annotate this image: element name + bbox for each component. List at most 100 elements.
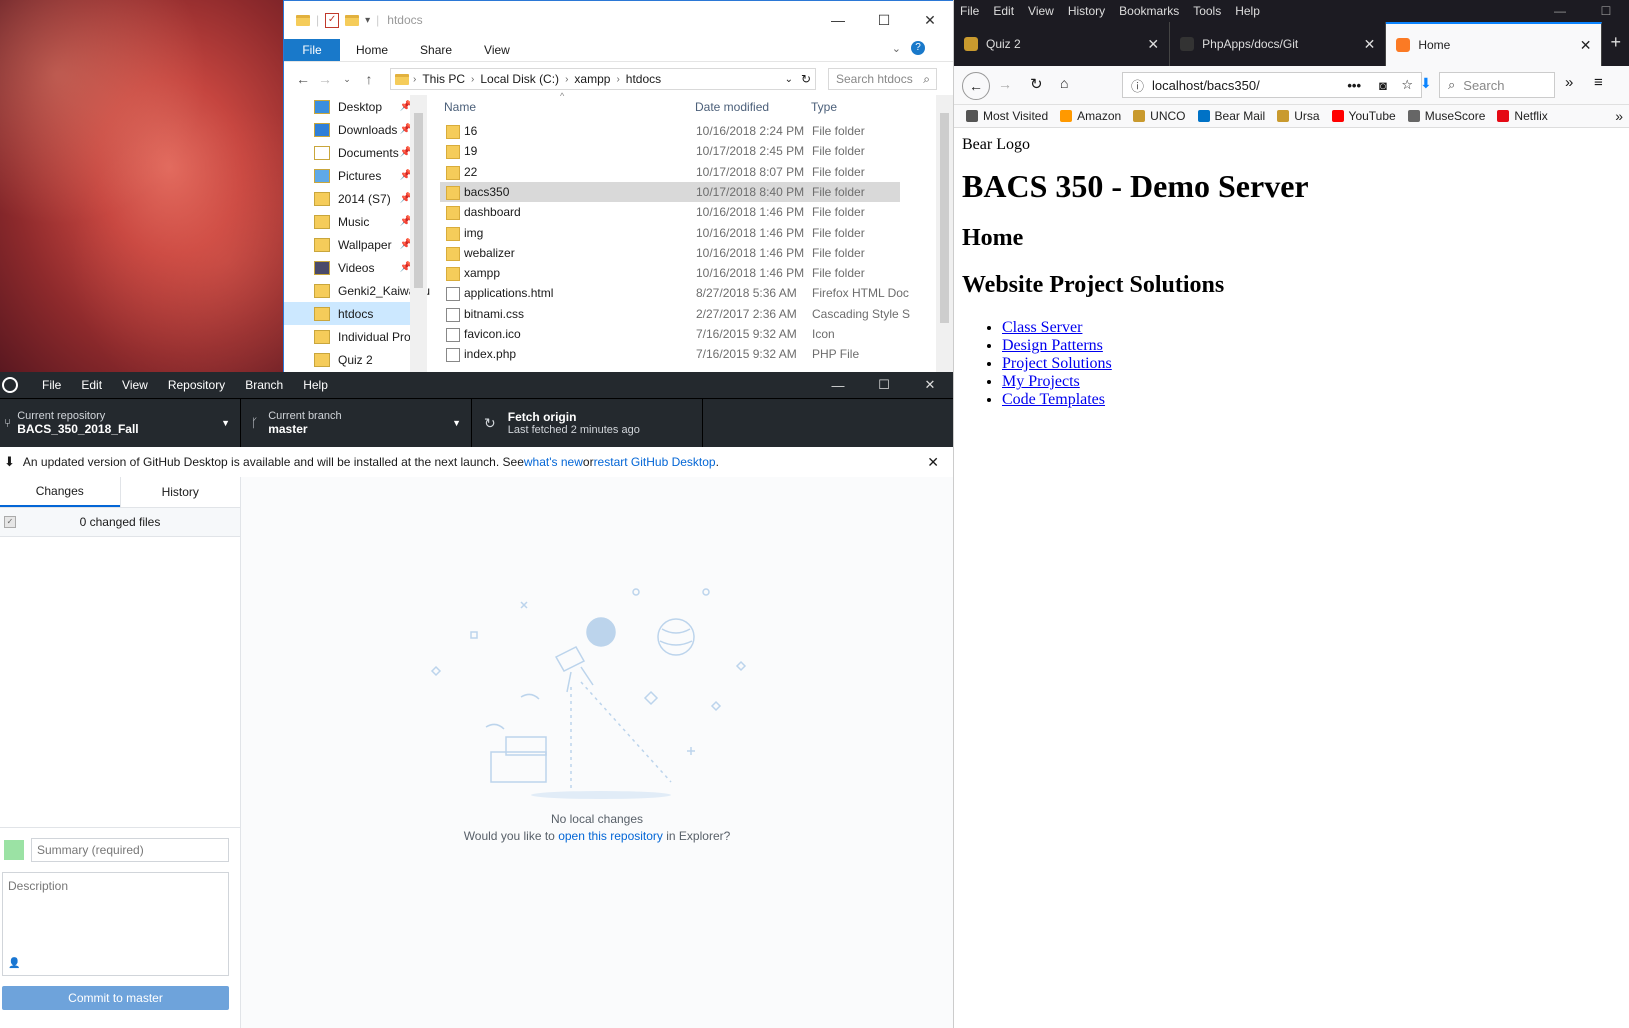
- link-class-server[interactable]: Class Server: [1002, 319, 1082, 336]
- file-row[interactable]: applications.html 8/27/2018 5:36 AM Firefo…: [440, 283, 909, 303]
- menu-history[interactable]: History: [1062, 4, 1113, 18]
- bookmark-item[interactable]: Netflix: [1497, 109, 1548, 123]
- bookmarks-overflow-icon[interactable]: »: [1615, 108, 1623, 124]
- commit-button[interactable]: Commit to master: [2, 986, 229, 1010]
- ribbon-tab-view[interactable]: View: [468, 39, 526, 61]
- close-tab-icon[interactable]: ✕: [1580, 37, 1592, 54]
- menu-help[interactable]: Help: [1229, 4, 1268, 18]
- forward-button[interactable]: →: [998, 76, 1012, 92]
- summary-input[interactable]: Summary (required): [31, 838, 229, 862]
- file-row[interactable]: xampp 10/16/2018 1:46 PM File folder: [440, 263, 900, 283]
- menu-repository[interactable]: Repository: [158, 378, 235, 392]
- bookmark-item[interactable]: Amazon: [1060, 109, 1121, 123]
- breadcrumb-local-disk[interactable]: Local Disk (C:): [474, 72, 565, 86]
- file-list-scrollbar[interactable]: [936, 95, 953, 372]
- address-bar[interactable]: › This PC › Local Disk (C:) › xampp › ht…: [390, 68, 816, 90]
- link-design-patterns[interactable]: Design Patterns: [1002, 337, 1103, 354]
- new-folder-icon[interactable]: [345, 14, 360, 26]
- minimize-button[interactable]: —: [815, 1, 861, 39]
- sidebar-item[interactable]: Individual Projec: [284, 325, 426, 348]
- new-tab-icon[interactable]: +: [1602, 22, 1629, 66]
- file-row[interactable]: favicon.ico 7/16/2015 9:32 AM Icon: [440, 324, 900, 344]
- search-input[interactable]: Search htdocs ⌕: [828, 68, 937, 90]
- sidebar-item[interactable]: 2014 (S7) 📌: [284, 187, 426, 210]
- column-type[interactable]: Type: [811, 100, 837, 114]
- column-date-modified[interactable]: Date modified: [695, 100, 769, 114]
- recent-locations-icon[interactable]: ⌄: [336, 74, 358, 85]
- bookmark-item[interactable]: MuseScore: [1407, 109, 1485, 123]
- help-icon[interactable]: ?: [911, 41, 925, 55]
- forward-arrow-icon[interactable]: →: [314, 71, 336, 87]
- ribbon-tab-file[interactable]: File: [284, 39, 340, 61]
- file-row[interactable]: img 10/16/2018 1:46 PM File folder: [440, 223, 900, 243]
- search-box[interactable]: ⌕ Search: [1439, 72, 1555, 98]
- sidebar-item[interactable]: Pictures 📌: [284, 164, 426, 187]
- whats-new-link[interactable]: what's new: [524, 455, 583, 469]
- file-row[interactable]: 19 10/17/2018 2:45 PM File folder: [440, 141, 900, 161]
- ribbon-tab-share[interactable]: Share: [404, 39, 468, 61]
- menu-view[interactable]: View: [1022, 4, 1062, 18]
- sidebar-item[interactable]: Music 📌: [284, 210, 426, 233]
- file-row[interactable]: bacs350 10/17/2018 8:40 PM File folder: [440, 181, 900, 202]
- close-banner-icon[interactable]: ✕: [927, 454, 939, 471]
- reload-button[interactable]: ↻: [1030, 75, 1043, 93]
- sidebar-item[interactable]: Wallpaper 📌: [284, 233, 426, 256]
- refresh-icon[interactable]: ↻: [801, 72, 811, 86]
- menu-help[interactable]: Help: [293, 378, 338, 392]
- bookmark-item[interactable]: Most Visited: [966, 109, 1048, 123]
- browser-tab[interactable]: PhpApps/docs/Git ✕: [1170, 22, 1387, 66]
- file-row[interactable]: 16 10/16/2018 2:24 PM File folder: [440, 121, 900, 141]
- current-branch-button[interactable]: ᚴ Current branch master ▼: [241, 399, 472, 447]
- column-name[interactable]: Name: [444, 100, 476, 114]
- overflow-menu-icon[interactable]: »: [1565, 74, 1573, 91]
- menu-view[interactable]: View: [112, 378, 158, 392]
- add-coauthor-icon[interactable]: 👤: [8, 958, 20, 969]
- menu-bookmarks[interactable]: Bookmarks: [1113, 4, 1187, 18]
- close-tab-icon[interactable]: ✕: [1364, 36, 1376, 53]
- file-row[interactable]: bitnami.css 2/27/2017 2:36 AM Cascading St…: [440, 304, 910, 324]
- page-actions-icon[interactable]: •••: [1347, 78, 1361, 93]
- bookmark-item[interactable]: UNCO: [1133, 109, 1186, 123]
- fetch-origin-button[interactable]: ↻ Fetch origin Last fetched 2 minutes ag…: [472, 399, 703, 447]
- bookmark-item[interactable]: Bear Mail: [1197, 109, 1265, 123]
- bookmark-item[interactable]: Ursa: [1277, 109, 1320, 123]
- url-bar[interactable]: ⓘ localhost/bacs350/ ••• ◙ ☆: [1122, 72, 1422, 98]
- customize-toolbar-icon[interactable]: ▾: [365, 15, 370, 26]
- maximize-button[interactable]: ☐: [1583, 0, 1629, 22]
- breadcrumb-xampp[interactable]: xampp: [568, 72, 616, 86]
- menu-file[interactable]: File: [954, 4, 987, 18]
- open-repository-link[interactable]: open this repository: [558, 829, 663, 843]
- link-code-templates[interactable]: Code Templates: [1002, 391, 1105, 408]
- properties-icon[interactable]: ✓: [325, 12, 340, 28]
- downloads-icon[interactable]: ⬇: [1420, 75, 1432, 92]
- sidebar-item[interactable]: Quiz 2: [284, 348, 426, 371]
- bookmark-item[interactable]: YouTube: [1331, 109, 1396, 123]
- navigation-pane-scrollbar[interactable]: [410, 95, 427, 372]
- description-input[interactable]: Description 👤: [2, 872, 229, 976]
- file-row[interactable]: index.php 7/16/2015 9:32 AM PHP File: [440, 344, 900, 364]
- hamburger-menu-icon[interactable]: ≡: [1594, 74, 1603, 91]
- close-tab-icon[interactable]: ✕: [1147, 36, 1159, 53]
- pocket-icon[interactable]: ◙: [1379, 78, 1387, 93]
- close-button[interactable]: ✕: [907, 1, 953, 39]
- minimize-button[interactable]: —: [1537, 0, 1583, 22]
- sidebar-item[interactable]: Desktop 📌: [284, 95, 426, 118]
- breadcrumb-htdocs[interactable]: htdocs: [620, 72, 667, 86]
- maximize-button[interactable]: ☐: [861, 372, 907, 398]
- menu-edit[interactable]: Edit: [987, 4, 1022, 18]
- browser-tab[interactable]: Home ✕: [1386, 22, 1603, 66]
- breadcrumb-this-pc[interactable]: This PC: [416, 72, 471, 86]
- link-my-projects[interactable]: My Projects: [1002, 373, 1080, 390]
- file-row[interactable]: webalizer 10/16/2018 1:46 PM File folder: [440, 243, 900, 263]
- menu-file[interactable]: File: [32, 378, 71, 392]
- menu-tools[interactable]: Tools: [1187, 4, 1229, 18]
- up-arrow-icon[interactable]: ↑: [358, 71, 380, 87]
- file-row[interactable]: 22 10/17/2018 8:07 PM File folder: [440, 162, 900, 182]
- browser-tab[interactable]: Quiz 2 ✕: [954, 22, 1171, 66]
- menu-branch[interactable]: Branch: [235, 378, 293, 392]
- sidebar-item[interactable]: Videos 📌: [284, 256, 426, 279]
- minimize-button[interactable]: —: [815, 372, 861, 398]
- link-project-solutions[interactable]: Project Solutions: [1002, 355, 1112, 372]
- sidebar-item[interactable]: Downloads 📌: [284, 118, 426, 141]
- tab-changes[interactable]: Changes: [0, 477, 120, 507]
